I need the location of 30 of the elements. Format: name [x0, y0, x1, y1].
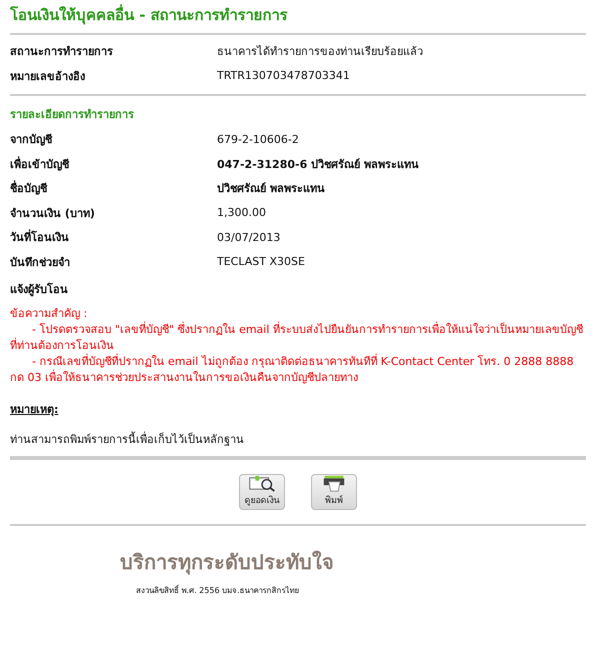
field-value: TRTR130703478703341: [217, 69, 350, 82]
page-title: โอนเงินให้บุคคลอื่น - สถานะการทำรายการ: [10, 3, 289, 26]
remark-text: ท่านสามารถพิมพ์รายการนี้เพื่อเก็บไว้เป็นหลักฐาน: [10, 430, 245, 448]
notice-text: - กรณีเลขที่บัญชีที่ปรากฏใน email ไม่ถูกต้อง กรุณาติดต่อธนาคารทันทีที่ K-Contact Center โทร. 0 2888 8888 กด 03 เพื่อให้ธนาคารช่วยประสานงานในการขอเงินคืนจากบัญชีปลายทาง: [10, 354, 575, 386]
balance-button[interactable]: ดูยอดเงิน: [239, 474, 285, 510]
field-label: สถานะการทำรายการ: [10, 44, 114, 60]
field-label: แจ้งผู้รับโอน: [10, 282, 69, 298]
magnifier-icon: [247, 475, 277, 492]
field-value: 047-2-31280-6 ปวิชศรัณย์ พลพระแทน: [217, 156, 419, 173]
field-value: 679-2-10606-2: [217, 132, 299, 146]
slogan: บริการทุกระดับประทับใจ: [120, 549, 335, 577]
printer-icon: [321, 475, 347, 492]
field-value: 03/07/2013: [217, 230, 280, 244]
field-value: TECLAST X30SE: [217, 255, 305, 268]
field-label: เพื่อเข้าบัญชี: [10, 155, 70, 173]
field-label: จำนวนเงิน (บาท): [10, 206, 96, 222]
field-value: ปวิชศรัณย์ พลพระแทน: [217, 181, 325, 198]
field-label: ชื่อบัญชี: [10, 179, 48, 198]
copyright-text: สงวนลิขสิทธิ์ พ.ศ. 2556 บมจ.ธนาคารกสิกรไทย: [136, 584, 301, 597]
remark-heading: หมายเหตุ:: [10, 402, 58, 418]
field-label: วันที่โอนเงิน: [10, 228, 70, 246]
field-label: บันทึกช่วยจำ: [10, 254, 71, 271]
field-value: ธนาคารได้ทำรายการของท่านเรียบร้อยแล้ว: [217, 44, 423, 60]
field-label: จากบัญชี: [10, 132, 54, 148]
field-label: หมายเลขอ้างอิง: [10, 68, 86, 85]
field-value: 1,300.00: [217, 206, 266, 220]
notice-heading: ข้อความสำคัญ :: [10, 306, 88, 322]
section-heading: รายละเอียดการทำรายการ: [10, 107, 135, 123]
notice-text: - โปรดตรวจสอบ "เลขที่บัญชี" ซึ่งปรากฏใน email ที่ระบบส่งไปยืนยันการทำรายการเพื่อให้แน่ใจว่าเป็นหมายเลขบัญชีที่ท่านต้องการโอนเงิน: [10, 322, 584, 354]
print-button[interactable]: พิมพ์: [311, 474, 357, 510]
